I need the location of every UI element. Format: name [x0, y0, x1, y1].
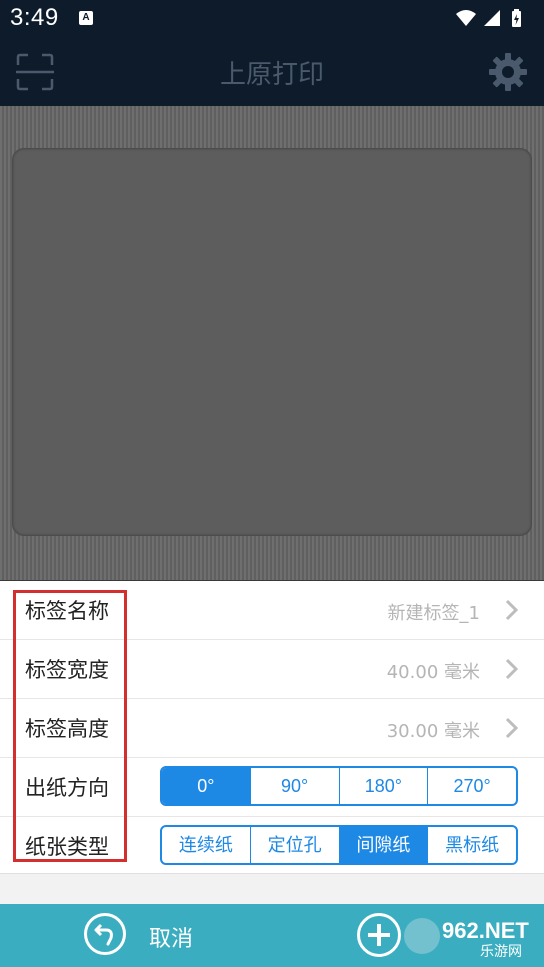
paper-type-continuous[interactable]: 连续纸: [162, 827, 250, 863]
gear-icon: [489, 53, 527, 91]
label-height-value: 30.00 毫米: [386, 721, 480, 742]
form-footer-spacer: [0, 873, 544, 905]
label-preview-area: [0, 106, 544, 580]
direction-option-180[interactable]: 180°: [338, 768, 428, 804]
label-name-label: 标签名称: [25, 599, 109, 623]
battery-icon: [512, 9, 521, 27]
watermark-line1: 962.NET: [442, 918, 529, 943]
chevron-right-icon: [505, 658, 518, 680]
direction-option-0[interactable]: 0°: [162, 768, 250, 804]
cancel-button[interactable]: [84, 913, 126, 955]
paper-type-label: 纸张类型: [25, 835, 109, 859]
add-button[interactable]: [357, 913, 401, 957]
settings-button[interactable]: [488, 52, 528, 92]
label-width-label: 标签宽度: [25, 658, 109, 682]
app-bar: 上原打印: [0, 36, 544, 106]
label-settings-form: 标签名称 新建标签_1 标签宽度 40.00 毫米 标签高度 30.00 毫米 …: [0, 581, 544, 873]
cancel-label[interactable]: 取消: [149, 921, 193, 953]
chevron-right-icon: [505, 717, 518, 739]
direction-option-270[interactable]: 270°: [427, 768, 516, 804]
notification-icon: A: [79, 11, 93, 25]
paper-type-selector: 连续纸 定位孔 间隙纸 黑标纸: [160, 825, 518, 865]
direction-option-90[interactable]: 90°: [249, 768, 339, 804]
app-title: 上原打印: [219, 60, 324, 90]
bottom-action-bar: 取消 962.NET 乐游网: [0, 904, 544, 967]
status-time: 3:49: [10, 4, 59, 31]
label-width-row[interactable]: 标签宽度 40.00 毫米: [0, 640, 544, 699]
watermark-line2: 乐游网: [480, 944, 522, 960]
wifi-icon: [456, 10, 476, 26]
undo-icon: [94, 923, 113, 946]
label-height-label: 标签高度: [25, 717, 109, 741]
paper-direction-row: 出纸方向 0° 90° 180° 270°: [0, 758, 544, 817]
label-canvas[interactable]: [12, 148, 532, 536]
chevron-right-icon: [505, 599, 518, 621]
paper-type-gap[interactable]: 间隙纸: [338, 827, 428, 863]
plus-icon: [368, 924, 390, 946]
paper-direction-selector: 0° 90° 180° 270°: [160, 766, 518, 806]
paper-type-black-mark[interactable]: 黑标纸: [427, 827, 516, 863]
label-name-row[interactable]: 标签名称 新建标签_1: [0, 581, 544, 640]
paper-type-row: 纸张类型 连续纸 定位孔 间隙纸 黑标纸: [0, 817, 544, 875]
status-bar: 3:49 A: [0, 0, 544, 36]
label-width-value: 40.00 毫米: [386, 662, 480, 683]
signal-icon: [484, 10, 500, 26]
label-height-row[interactable]: 标签高度 30.00 毫米: [0, 699, 544, 758]
label-name-value: 新建标签_1: [387, 603, 480, 624]
status-icons: [454, 8, 534, 28]
paper-direction-label: 出纸方向: [25, 776, 109, 800]
site-watermark: 962.NET 乐游网: [402, 914, 542, 962]
paper-type-hole[interactable]: 定位孔: [249, 827, 339, 863]
